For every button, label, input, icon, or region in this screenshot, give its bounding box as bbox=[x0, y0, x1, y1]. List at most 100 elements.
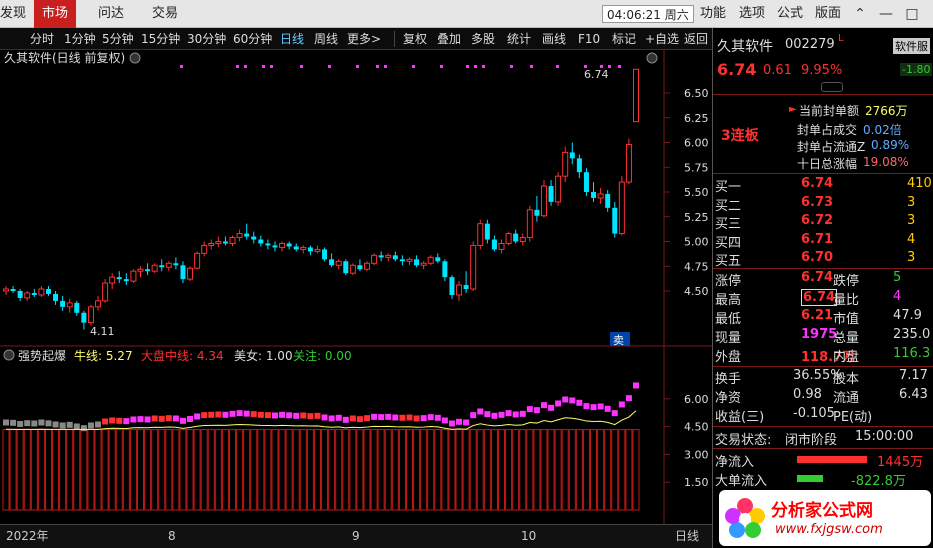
candle-body bbox=[31, 292, 37, 295]
indicator-block bbox=[116, 417, 123, 424]
seal-icon: ► bbox=[789, 104, 797, 115]
chevron-down-icon[interactable] bbox=[129, 52, 141, 64]
nav-ask[interactable]: 问达 bbox=[98, 0, 124, 28]
candle-body bbox=[208, 242, 215, 246]
period-5min[interactable]: 5分钟 bbox=[102, 28, 134, 50]
indicator-bar bbox=[554, 429, 562, 511]
stock-chart-title: 久其软件(日线 前复权) bbox=[4, 50, 125, 65]
indicator-bar bbox=[186, 429, 194, 511]
nav-discover[interactable]: 发现 bbox=[0, 0, 26, 28]
candle-body bbox=[406, 258, 413, 262]
nav-trade[interactable]: 交易 bbox=[152, 0, 178, 28]
action-mark[interactable]: 标记 bbox=[612, 28, 636, 50]
period-15min[interactable]: 15分钟 bbox=[141, 28, 180, 50]
indicator-bar bbox=[94, 429, 102, 511]
candle-body bbox=[109, 276, 116, 284]
indicator-bar bbox=[221, 429, 229, 511]
action-overlay[interactable]: 叠加 bbox=[437, 28, 461, 50]
signal-dot bbox=[600, 65, 603, 68]
indicator-block bbox=[484, 411, 491, 418]
menu-option[interactable]: 选项 bbox=[739, 0, 765, 28]
signal-dot bbox=[376, 65, 379, 68]
indicator-block bbox=[491, 412, 498, 419]
price-tick-label: 5.00 bbox=[684, 236, 709, 249]
indicator-bar bbox=[413, 429, 421, 511]
indicator-bar bbox=[292, 429, 300, 511]
indicator-block bbox=[300, 412, 307, 419]
indicator-bar bbox=[271, 429, 279, 511]
action-multi[interactable]: 多股 bbox=[471, 28, 495, 50]
indicator-bar bbox=[172, 429, 180, 511]
indicator-block bbox=[45, 420, 52, 427]
indicator-block bbox=[399, 414, 406, 421]
expand-icon[interactable] bbox=[821, 82, 843, 92]
indicator-block bbox=[548, 404, 555, 411]
indicator-l1: 牛线: 5.27 bbox=[74, 348, 133, 363]
quote2-label-2: 股本 bbox=[833, 372, 860, 387]
period-1min[interactable]: 1分钟 bbox=[64, 28, 96, 50]
candle-body bbox=[378, 255, 384, 258]
candle-body bbox=[335, 260, 342, 266]
sector-name[interactable]: 软件服 bbox=[893, 38, 930, 54]
indicator-bar bbox=[30, 429, 38, 511]
signal-dot bbox=[180, 65, 183, 68]
period-weekly[interactable]: 周线 bbox=[314, 28, 338, 50]
minimize-icon[interactable]: — bbox=[876, 4, 896, 24]
action-stats[interactable]: 统计 bbox=[507, 28, 531, 50]
indicator-block bbox=[31, 420, 38, 427]
bid-price: 6.73 bbox=[801, 194, 834, 210]
indicator-bar bbox=[179, 429, 187, 511]
date-oct: 10 bbox=[521, 529, 537, 543]
period-more[interactable]: 更多> bbox=[347, 28, 381, 50]
action-f10[interactable]: F10 bbox=[578, 28, 600, 50]
bid-volume: 410 bbox=[907, 176, 932, 191]
indicator-block bbox=[250, 411, 257, 418]
indicator-toggle-icon[interactable] bbox=[3, 349, 15, 361]
nav-market[interactable]: 市场 bbox=[34, 0, 77, 28]
action-draw[interactable]: 画线 bbox=[542, 28, 566, 50]
indicator-bar bbox=[129, 429, 137, 511]
indicator-bar bbox=[108, 429, 116, 511]
candle-body bbox=[385, 254, 392, 258]
indicator-bar bbox=[519, 429, 527, 511]
period-30min[interactable]: 30分钟 bbox=[187, 28, 226, 50]
indicator-bar bbox=[441, 429, 449, 511]
menu-formula[interactable]: 公式 bbox=[777, 0, 803, 28]
indicator-tick-label: 1.50 bbox=[684, 476, 709, 489]
indicator-block bbox=[335, 414, 342, 421]
indicator-block bbox=[597, 403, 604, 410]
action-back[interactable]: 返回 bbox=[684, 28, 708, 50]
quote2-label: 换手 bbox=[715, 372, 742, 387]
indicator-block bbox=[406, 414, 413, 421]
period-fenshi[interactable]: 分时 bbox=[30, 28, 54, 50]
action-add-watch[interactable]: +自选 bbox=[645, 28, 679, 50]
indicator-block bbox=[356, 416, 363, 423]
candle-body bbox=[159, 265, 165, 268]
indicator-block bbox=[229, 410, 236, 417]
stat-value-2: 19.08% bbox=[863, 155, 909, 169]
kline-chart[interactable]: 久其软件(日线 前复权) 6.74 4.11 卖 6.50 6.25 6.00 5.7… bbox=[0, 50, 712, 524]
signal-dot bbox=[474, 65, 477, 68]
indicator-tick-label: 4.50 bbox=[684, 421, 709, 434]
candle-body bbox=[456, 284, 463, 296]
chart-svg[interactable]: 久其软件(日线 前复权) 6.74 4.11 卖 6.50 6.25 6.00 5.7… bbox=[0, 50, 712, 524]
menu-function[interactable]: 功能 bbox=[700, 0, 726, 28]
indicator-block bbox=[137, 416, 144, 423]
indicator-bar bbox=[214, 429, 222, 511]
menu-layout[interactable]: 版面 bbox=[815, 0, 841, 28]
quote-value-2: 5 bbox=[893, 270, 902, 285]
maximize-icon[interactable]: □ bbox=[902, 4, 922, 24]
indicator-block bbox=[52, 421, 59, 428]
candle-body bbox=[194, 252, 201, 269]
period-daily[interactable]: 日线 bbox=[280, 28, 304, 50]
indicator-bar bbox=[455, 429, 463, 511]
candle-body bbox=[555, 175, 562, 203]
chevron-up-icon[interactable]: ⌃ bbox=[850, 4, 870, 24]
indicator-block bbox=[427, 414, 434, 421]
date-axis: 2022年 8 9 10 日线 bbox=[0, 524, 712, 548]
action-restore[interactable]: 复权 bbox=[403, 28, 427, 50]
collapse-icon[interactable] bbox=[646, 52, 658, 64]
period-60min[interactable]: 60分钟 bbox=[233, 28, 272, 50]
indicator-block bbox=[371, 413, 378, 420]
stock-code: 002279 bbox=[785, 37, 835, 52]
